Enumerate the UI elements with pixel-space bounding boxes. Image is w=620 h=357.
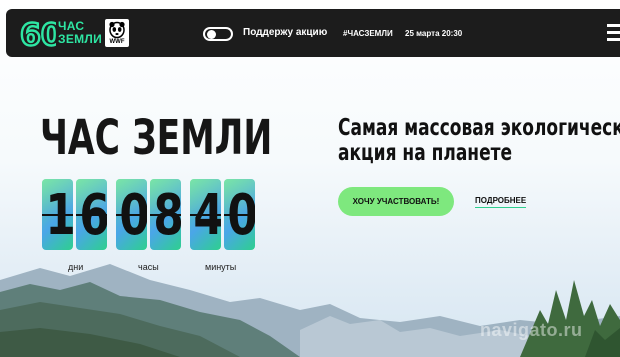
- support-toggle[interactable]: [203, 27, 233, 41]
- page-title: ЧАС ЗЕМЛИ: [40, 110, 273, 166]
- site-header: 60 ЧАС ЗЕМЛИ WWF Поддержу акцию #ЧАСЗЕМЛ…: [6, 9, 620, 57]
- logo-number: 60: [20, 18, 56, 50]
- headline-line2: акция на планете: [338, 140, 513, 166]
- wwf-label: WWF: [109, 39, 125, 45]
- more-link[interactable]: ПОДРОБНЕЕ: [475, 196, 527, 208]
- logo-line2: ЗЕМЛИ: [58, 32, 103, 46]
- hashtag-link[interactable]: #ЧАСЗЕМЛИ: [343, 29, 393, 38]
- menu-line: [607, 38, 620, 41]
- wwf-logo[interactable]: WWF: [105, 19, 129, 47]
- watermark: navigato.ru: [480, 320, 583, 340]
- panda-icon: [109, 21, 125, 39]
- hamburger-menu-icon[interactable]: [607, 24, 620, 42]
- menu-line: [607, 24, 620, 27]
- event-date: 25 марта 20:30: [405, 29, 463, 38]
- participate-button[interactable]: ХОЧУ УЧАСТВОВАТЬ!: [338, 187, 454, 216]
- menu-line: [607, 31, 620, 34]
- headline-line1: Самая массовая экологическая: [338, 115, 620, 141]
- earth-hour-60-logo[interactable]: 60: [20, 16, 56, 50]
- hero-headline: Самая массовая экологическая акция на пл…: [338, 116, 620, 166]
- support-label[interactable]: Поддержу акцию: [243, 27, 327, 38]
- logo-title[interactable]: ЧАС ЗЕМЛИ: [58, 20, 102, 46]
- toggle-knob: [207, 30, 216, 39]
- page: 60 ЧАС ЗЕМЛИ WWF Поддержу акцию #ЧАСЗЕМЛ…: [0, 0, 620, 357]
